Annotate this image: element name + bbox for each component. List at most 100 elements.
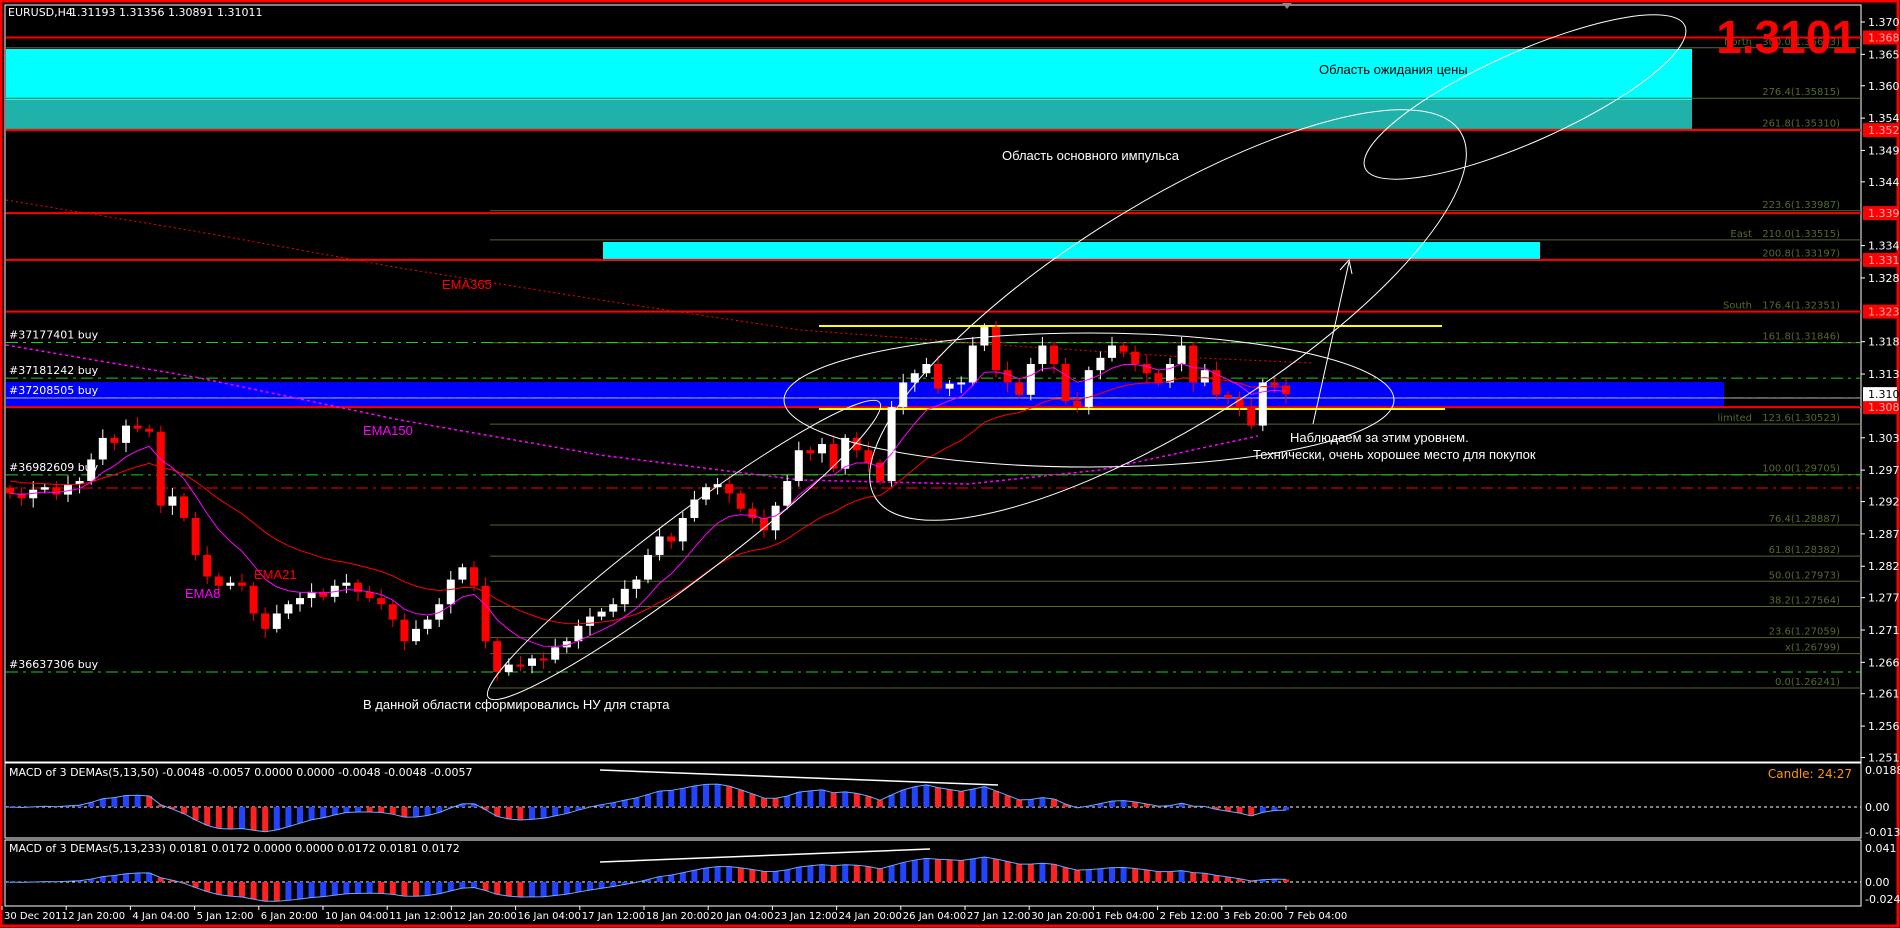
- candle-body: [539, 658, 548, 661]
- candle-body: [574, 625, 583, 642]
- candle-body: [470, 567, 478, 586]
- macd-bar: [923, 784, 930, 807]
- macd-bar: [1236, 807, 1243, 814]
- macd-bar: [853, 865, 860, 882]
- macd-bar: [714, 784, 721, 807]
- macd-signal-line: [9, 856, 1287, 902]
- fib-tag: South: [1723, 301, 1752, 312]
- time-tick-label: 30 Jan 20:00: [1031, 911, 1094, 922]
- macd-bar: [262, 807, 269, 832]
- macd-bar: [993, 859, 999, 882]
- macd-bar: [343, 882, 350, 894]
- candle-body: [226, 582, 235, 586]
- macd-bar: [331, 807, 338, 815]
- macd-bar: [401, 807, 408, 818]
- candle-body: [945, 383, 954, 389]
- window-border: [0, 0, 1900, 928]
- macd-bar: [297, 807, 303, 824]
- candle-body: [586, 616, 594, 626]
- macd-bar: [1051, 864, 1057, 882]
- macd-bar: [517, 807, 524, 821]
- order-label: #37208505 buy: [9, 384, 99, 397]
- macd-bar: [1039, 863, 1046, 882]
- macd-bar: [239, 807, 245, 829]
- macd-bar: [737, 789, 744, 807]
- candle-body: [1166, 364, 1174, 383]
- price-tick-label: 1.27707: [1868, 592, 1900, 605]
- macd-bar: [807, 865, 814, 882]
- candle-body: [667, 536, 676, 542]
- macd-bar: [552, 807, 559, 816]
- macd-bar: [969, 858, 976, 882]
- candle-body: [655, 536, 664, 555]
- price-tick-label: 1.29777: [1868, 464, 1900, 477]
- time-tick-label: 11 Jan 12:00: [389, 911, 452, 922]
- macd2-divergence-line[interactable]: [599, 848, 931, 863]
- macd-bar: [378, 882, 385, 894]
- time-axis[interactable]: 30 Dec 2011 2 Jan 20:00 4 Jan 04:00 5 Jan 1…: [1, 906, 1347, 922]
- macd-bar: [1027, 799, 1034, 807]
- macd-bar: [215, 882, 222, 895]
- candle-body: [388, 604, 397, 620]
- macd-bar: [447, 882, 454, 891]
- price-tick-label: 1.37052: [1868, 16, 1900, 29]
- ema150-label: EMA150: [363, 423, 413, 438]
- ema365-line: [5, 199, 1314, 364]
- time-tick-label: 30 Dec 2011: [4, 911, 68, 922]
- arrow-head-icon: [1339, 258, 1353, 275]
- time-tick-label: 10 Jan 04:00: [325, 911, 388, 922]
- target-zone: [603, 242, 1540, 261]
- macd-bar: [865, 796, 872, 807]
- macd-bar: [471, 882, 477, 888]
- macd1-divergence-line[interactable]: [599, 769, 999, 786]
- candle-body: [597, 611, 606, 617]
- candle-body: [40, 487, 49, 490]
- macd-bar: [633, 797, 640, 807]
- macd-bar: [436, 882, 443, 894]
- macd-bar: [529, 807, 535, 820]
- candle-body: [249, 585, 258, 614]
- macd-bar: [1143, 869, 1150, 882]
- macd-bar: [575, 882, 582, 893]
- ema8-label: EMA8: [185, 586, 220, 601]
- candle-body: [87, 459, 96, 482]
- macd-bar: [668, 790, 675, 807]
- candle-body: [1073, 400, 1082, 408]
- candle-body: [435, 604, 444, 620]
- candle-body: [1119, 345, 1128, 352]
- price-axis[interactable]: 1.370521.365271.360171.354921.349671.344…: [1861, 16, 1900, 765]
- macd-bar: [540, 807, 547, 819]
- macd-bar: [795, 792, 802, 807]
- macd-bar: [239, 882, 245, 898]
- price-tick-label: 1.25622: [1868, 720, 1900, 733]
- macd-bar: [529, 882, 535, 897]
- candle-body: [238, 582, 246, 586]
- time-tick-label: 1 Feb 04:00: [1095, 911, 1154, 922]
- macd-bar: [749, 793, 756, 807]
- macd-bar: [1085, 869, 1092, 882]
- shift-marker-icon[interactable]: [1282, 3, 1292, 9]
- candle-body: [156, 431, 165, 506]
- trading-chart[interactable]: 300.0(1.36633)North276.4(1.35815)261.8(1…: [0, 0, 1900, 928]
- macd2-axis-max: 0.041: [1865, 842, 1897, 855]
- time-tick-label: 2 Feb 12:00: [1160, 911, 1219, 922]
- fib-label: x(1.26799): [1785, 643, 1840, 654]
- macd-bar: [1016, 864, 1023, 882]
- ema150-line: [5, 344, 1259, 485]
- macd-bar: [366, 807, 373, 813]
- macd-bar: [378, 807, 385, 813]
- macd-bar: [819, 789, 825, 807]
- macd-bar: [308, 807, 315, 820]
- macd-bar: [134, 873, 141, 882]
- candle-body: [1177, 345, 1186, 365]
- macd-bar: [691, 870, 698, 882]
- macd-bar: [413, 882, 419, 897]
- price-tick-label: 1.28742: [1868, 528, 1900, 541]
- time-tick-label: 26 Jan 04:00: [903, 911, 966, 922]
- candle-body: [551, 647, 560, 660]
- ema365-label: EMA365: [442, 277, 492, 292]
- watch-level-label: Наблюдаем за этим уровнем.: [1290, 430, 1469, 445]
- start-channel-ellipse[interactable]: [469, 377, 899, 723]
- macd-bar: [1120, 867, 1127, 882]
- price-tick-label: 1.26657: [1868, 656, 1900, 669]
